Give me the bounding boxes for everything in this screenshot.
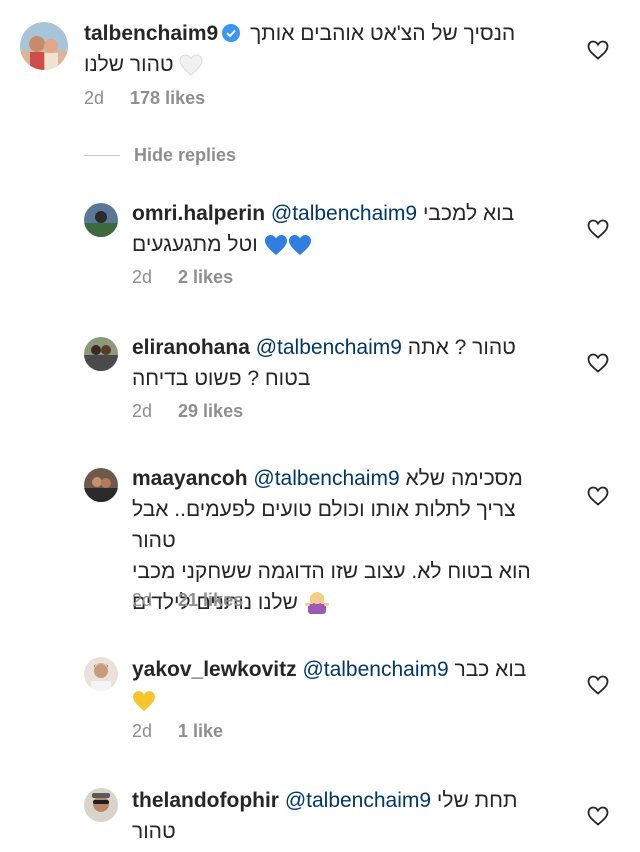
comment-line-1: מסכימה שלא [405,467,523,490]
likes-count[interactable]: 1 like [178,721,223,741]
comment-text: eliranohana @talbenchaim9 טהור ? אתה בטו… [132,332,552,394]
like-heart-icon[interactable] [587,353,609,373]
comment-text: thelandofophir @talbenchaim9 תחת שלי טהו… [132,785,552,847]
like-heart-icon[interactable] [587,675,609,695]
comment-eliranohana: eliranohana @talbenchaim9 טהור ? אתה בטו… [0,329,640,439]
like-heart-icon[interactable] [587,219,609,239]
comment-text: yakov_lewkovitz @talbenchaim9 בוא כבר [132,654,552,721]
comment-text: omri.halperin @talbenchaim9 בוא למכבי וט… [132,198,552,265]
mention-link[interactable]: @talbenchaim9 [271,202,417,225]
blue-heart-icon [264,234,288,265]
white-heart-icon [179,54,203,85]
comment-age: 2d [84,88,105,108]
comment-line-1: הנסיך של הצ'אט אוהבים אותך [250,22,516,45]
username[interactable]: eliranohana [132,336,250,359]
likes-count[interactable]: 21 likes [178,590,243,610]
avatar[interactable] [84,337,118,371]
comment-age: 2d [132,401,153,421]
comment-age: 2d [132,721,153,741]
username[interactable]: thelandofophir [132,789,279,812]
mention-link[interactable]: @talbenchaim9 [285,789,431,812]
comment-line-2: בטוח ? פשוט בדיחה [132,367,311,390]
comment-line-2: צריך לתלות אותו וכולם טועים לפעמים.. אבל… [132,498,516,552]
avatar[interactable] [84,203,118,237]
comment-line-1: בוא למכבי [422,202,515,225]
avatar[interactable] [84,657,118,691]
mention-link[interactable]: @talbenchaim9 [256,336,402,359]
likes-count[interactable]: 29 likes [178,401,243,421]
yellow-heart-icon [132,690,156,721]
username[interactable]: maayancoh [132,467,248,490]
likes-count[interactable]: 178 likes [130,88,205,108]
like-heart-icon[interactable] [587,806,609,826]
hide-replies-label[interactable]: Hide replies [134,145,236,166]
mention-link[interactable]: @talbenchaim9 [302,658,448,681]
woman-shrugging-icon [304,588,330,623]
comment-meta: 2d 21 likes [132,590,243,611]
like-heart-icon[interactable] [587,40,609,60]
comment-yakov-lewkovitz: yakov_lewkovitz @talbenchaim9 בוא כבר 2d… [0,651,640,761]
comment-age: 2d [132,267,153,287]
likes-count[interactable]: 2 likes [178,267,233,287]
comment-age: 2d [132,590,153,610]
verified-badge-icon [222,20,241,42]
comment-line-1: טהור ? אתה [407,336,516,359]
avatar[interactable] [84,788,118,822]
comment-thelandofophir: thelandofophir @talbenchaim9 תחת שלי טהו… [0,782,640,852]
comment-line-2: טהור [132,820,176,843]
username[interactable]: talbenchaim9 [84,22,218,45]
comment-meta: 2d 2 likes [132,267,233,288]
comment-meta: 2d 29 likes [132,401,243,422]
comment-line-3: הוא בטוח לא. עצוב שזו הדוגמה ששחקני מכבי [132,560,531,583]
avatar[interactable] [84,468,118,502]
divider [84,154,120,156]
blue-heart-icon [288,234,312,265]
comment-line-2: טהור שלנו [84,53,174,76]
comment-line-1: בוא כבר [454,658,527,681]
comment-meta: 2d 1 like [132,721,223,742]
mention-link[interactable]: @talbenchaim9 [253,467,399,490]
hide-replies-button[interactable]: Hide replies [84,143,236,167]
comment-maayancoh: maayancoh @talbenchaim9 מסכימה שלא צריך … [0,460,640,630]
username[interactable]: yakov_lewkovitz [132,658,297,681]
comment-meta: 2d 178 likes [84,88,205,109]
comment-omri-halperin: omri.halperin @talbenchaim9 בוא למכבי וט… [0,195,640,305]
comment-text: talbenchaim9 הנסיך של הצ'אט אוהבים אותך … [84,18,554,85]
like-heart-icon[interactable] [587,486,609,506]
avatar[interactable] [20,22,68,70]
comment-talbenchaim9: talbenchaim9 הנסיך של הצ'אט אוהבים אותך … [0,0,640,120]
comment-line-2: וטל מתגעגעים [132,233,258,256]
comment-line-1: תחת שלי [436,789,518,812]
username[interactable]: omri.halperin [132,202,265,225]
